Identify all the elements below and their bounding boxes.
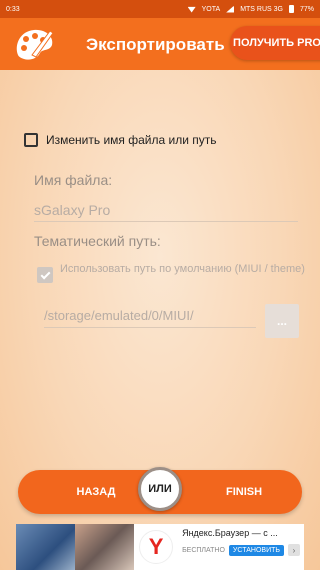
or-badge: ИЛИ xyxy=(138,467,182,511)
ad-image-1[interactable] xyxy=(16,524,76,570)
chevron-right-icon[interactable]: › xyxy=(287,544,300,556)
ad-banner[interactable]: Y Яндекс.Браузер — с ... БЕСПЛАТНО УСТАН… xyxy=(16,524,304,570)
ad-free-label: БЕСПЛАТНО xyxy=(182,546,225,554)
rename-checkbox-label[interactable]: Изменить имя файла или путь xyxy=(46,133,217,147)
ad-row: БЕСПЛАТНО УСТАНОВИТЬ › xyxy=(182,544,300,556)
status-right: YOTA MTS RUS 3G 77% xyxy=(187,5,314,13)
yandex-logo-icon: Y xyxy=(139,530,174,564)
path-input[interactable] xyxy=(44,304,256,328)
app-bar: Экспортировать ПОЛУЧИТЬ PRO xyxy=(0,18,320,70)
status-time: 0:33 xyxy=(6,5,20,13)
browse-button[interactable]: ... xyxy=(265,304,299,338)
ad-logo[interactable]: Y xyxy=(134,524,178,570)
battery-icon xyxy=(288,5,294,13)
ad-title: Яндекс.Браузер — с ... xyxy=(182,528,278,538)
signal-icon xyxy=(226,5,235,13)
file-name-input[interactable] xyxy=(34,198,298,222)
ad-install-button[interactable]: УСТАНОВИТЬ xyxy=(228,544,284,556)
ad-text[interactable]: Яндекс.Браузер — с ... БЕСПЛАТНО УСТАНОВ… xyxy=(178,524,304,570)
back-button[interactable]: НАЗАД xyxy=(54,470,138,514)
status-bar: 0:33 YOTA MTS RUS 3G 77% xyxy=(0,0,320,18)
palette-icon xyxy=(16,29,54,60)
status-carrier1: YOTA xyxy=(201,5,221,13)
status-battery: 77% xyxy=(299,5,314,13)
status-carrier2: MTS RUS 3G xyxy=(240,5,283,13)
file-name-label: Имя файла: xyxy=(34,172,113,188)
finish-button[interactable]: FINISH xyxy=(202,470,286,514)
theme-path-label: Тематический путь: xyxy=(34,233,161,249)
checkmark-icon xyxy=(40,269,50,279)
ad-image-2[interactable] xyxy=(75,524,135,570)
wifi-icon xyxy=(187,6,196,13)
default-path-label[interactable]: Использовать путь по умолчанию (MIUI / t… xyxy=(60,262,310,277)
rename-checkbox[interactable] xyxy=(24,133,38,147)
get-pro-button[interactable]: ПОЛУЧИТЬ PRO xyxy=(230,26,320,60)
default-path-checkbox[interactable] xyxy=(37,267,53,283)
page-title: Экспортировать xyxy=(86,35,225,54)
